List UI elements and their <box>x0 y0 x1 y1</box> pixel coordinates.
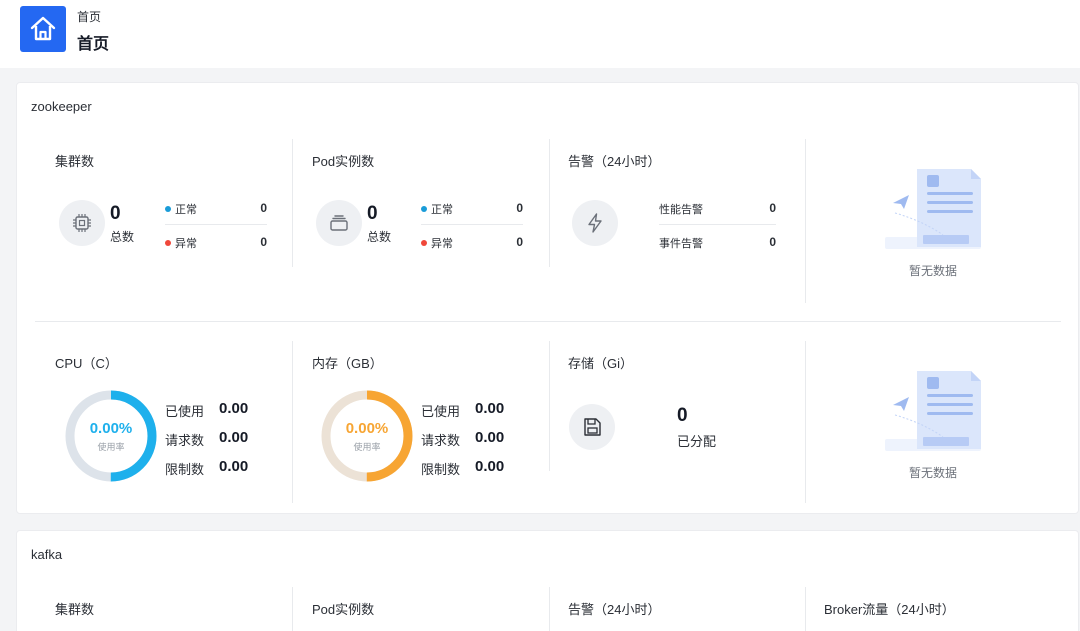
page-title: 首页 <box>77 36 110 53</box>
divider <box>292 341 293 503</box>
perf-alert-row: 性能告警 0 <box>659 201 776 216</box>
alert-title: 告警（24小时） <box>568 154 661 169</box>
empty-data-label: 暂无数据 <box>909 264 958 278</box>
memory-usage-percent: 0.00% <box>345 420 389 437</box>
memory-used-row: 已使用 0.00 <box>421 400 505 419</box>
storage-title: 存储（Gi） <box>568 356 634 371</box>
abnormal-dot <box>165 240 171 246</box>
divider <box>292 139 293 267</box>
divider <box>659 224 776 225</box>
pod-abnormal-row: 异常 0 <box>421 235 523 251</box>
page-header: 首页 首页 <box>0 0 1080 68</box>
pod-count-title: Pod实例数 <box>312 154 375 169</box>
pod-abnormal-count: 0 <box>516 235 523 249</box>
memory-limit-value: 0.00 <box>475 458 505 475</box>
kafka-card: kafka 集群数 Pod实例数 告警（24小时） Broker流量（24小时） <box>16 530 1079 631</box>
divider <box>805 341 806 503</box>
memory-request-row: 请求数 0.00 <box>421 429 505 448</box>
card-title: zookeeper <box>31 99 92 114</box>
memory-usage-label: 使用率 <box>353 442 381 452</box>
broker-traffic-title: Broker流量（24小时） <box>824 602 955 617</box>
stack-icon <box>316 200 362 246</box>
cpu-title: CPU（C） <box>55 356 118 371</box>
empty-data-label: 暂无数据 <box>909 466 958 480</box>
pod-normal-count: 0 <box>516 201 523 215</box>
abnormal-dot <box>421 240 427 246</box>
cpu-limit-row: 限制数 0.00 <box>165 458 249 477</box>
cluster-normal-count: 0 <box>260 201 267 215</box>
cpu-usage-percent: 0.00% <box>89 420 133 437</box>
perf-alert-count: 0 <box>769 201 776 215</box>
breadcrumb[interactable]: 首页 <box>77 8 101 25</box>
normal-dot <box>165 206 171 212</box>
zookeeper-card: zookeeper 集群数 0 总数 正常 0 异常 0 Pod实例数 0 总数… <box>16 82 1079 514</box>
save-icon <box>569 404 615 450</box>
event-alert-count: 0 <box>769 235 776 249</box>
divider <box>549 139 550 267</box>
chip-icon <box>59 200 105 246</box>
home-icon[interactable] <box>20 6 66 52</box>
divider <box>805 139 806 303</box>
divider <box>805 587 806 631</box>
empty-data-illustration <box>883 165 983 251</box>
empty-data-illustration <box>883 367 983 453</box>
divider <box>165 224 267 225</box>
divider <box>549 341 550 471</box>
memory-limit-row: 限制数 0.00 <box>421 458 505 477</box>
divider <box>292 587 293 631</box>
pod-total-label: 总数 <box>367 230 392 244</box>
pod-normal-row: 正常 0 <box>421 201 523 217</box>
divider <box>35 321 1061 322</box>
cpu-request-row: 请求数 0.00 <box>165 429 249 448</box>
event-alert-row: 事件告警 0 <box>659 235 776 250</box>
alert-title: 告警（24小时） <box>568 602 661 617</box>
normal-dot <box>421 206 427 212</box>
storage-allocated-label: 已分配 <box>677 434 717 449</box>
divider <box>421 224 523 225</box>
cluster-total: 0 <box>110 203 121 224</box>
lightning-icon <box>572 200 618 246</box>
cpu-used-value: 0.00 <box>219 400 249 417</box>
cluster-total-label: 总数 <box>110 230 135 244</box>
memory-request-value: 0.00 <box>475 429 505 446</box>
cluster-count-title: 集群数 <box>55 154 95 169</box>
cpu-used-row: 已使用 0.00 <box>165 400 249 419</box>
card-title: kafka <box>31 547 63 562</box>
cluster-abnormal-row: 异常 0 <box>165 235 267 251</box>
cpu-usage-label: 使用率 <box>97 442 125 452</box>
cluster-abnormal-count: 0 <box>260 235 267 249</box>
memory-title: 内存（GB） <box>312 356 383 371</box>
divider <box>549 587 550 631</box>
cpu-limit-value: 0.00 <box>219 458 249 475</box>
cluster-normal-row: 正常 0 <box>165 201 267 217</box>
cpu-request-value: 0.00 <box>219 429 249 446</box>
cluster-count-title: 集群数 <box>55 602 95 617</box>
storage-allocated-value: 0 <box>677 405 688 426</box>
pod-count-title: Pod实例数 <box>312 602 375 617</box>
pod-total: 0 <box>367 203 378 224</box>
memory-used-value: 0.00 <box>475 400 505 417</box>
